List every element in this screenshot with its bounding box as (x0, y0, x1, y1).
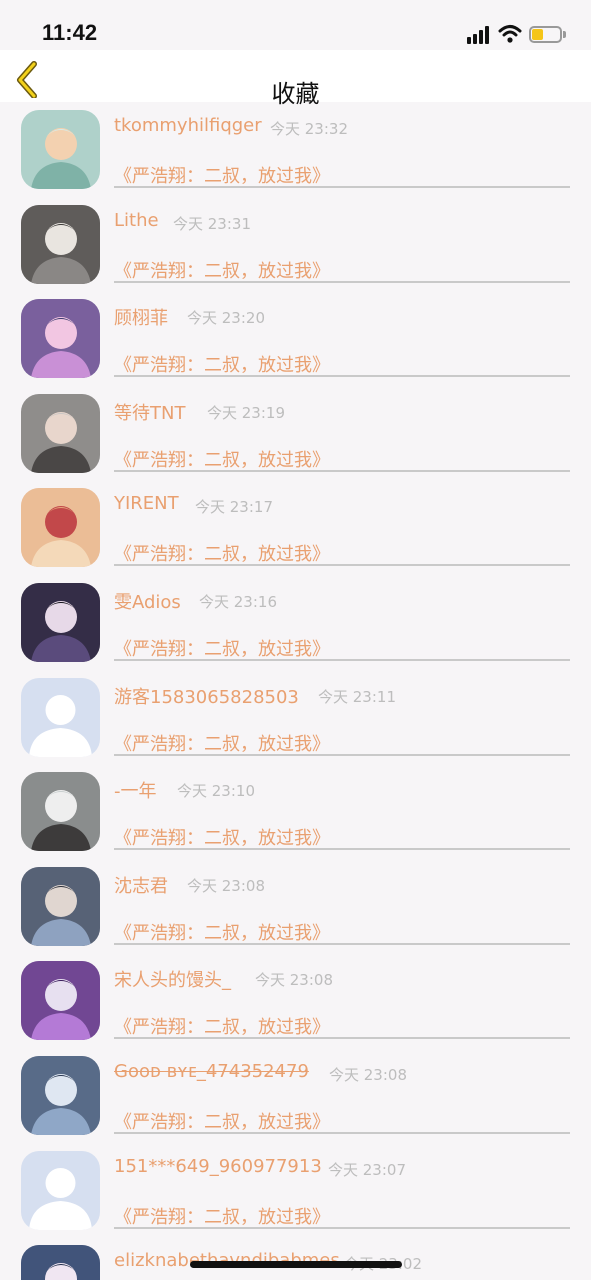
book-title-link[interactable]: 《严浩翔：二叔，放过我》 (114, 446, 330, 472)
divider (114, 470, 570, 472)
user-name[interactable]: tkommyhilfiqger (114, 115, 262, 136)
user-name[interactable]: 沈志君 (114, 872, 168, 898)
user-name[interactable]: 顾栩菲 (114, 304, 168, 330)
avatar[interactable] (21, 299, 100, 378)
timestamp: 今天 23:10 (177, 782, 255, 800)
book-title-link[interactable]: 《严浩翔：二叔，放过我》 (114, 1108, 330, 1134)
book-title-link[interactable]: 《严浩翔：二叔，放过我》 (114, 540, 330, 566)
divider (114, 186, 570, 188)
divider (114, 281, 570, 283)
divider (114, 1132, 570, 1134)
book-title-link[interactable]: 《严浩翔：二叔，放过我》 (114, 824, 330, 850)
divider (114, 943, 570, 945)
book-title-link[interactable]: 《严浩翔：二叔，放过我》 (114, 257, 330, 283)
timestamp: 今天 23:31 (173, 215, 251, 233)
book-title-link[interactable]: 《严浩翔：二叔，放过我》 (114, 635, 330, 661)
book-title-link[interactable]: 《严浩翔：二叔，放过我》 (114, 351, 330, 377)
divider (114, 754, 570, 756)
list-item[interactable]: 沈志君 今天 23:08 《严浩翔：二叔，放过我》 (0, 859, 591, 954)
user-name[interactable]: Gᴏᴏᴅ ʙʏᴇ_474352479 (114, 1061, 309, 1082)
battery-tip (563, 31, 566, 38)
timestamp: 今天 23:08 (255, 971, 333, 989)
list-item[interactable]: 雯Adios 今天 23:16 《严浩翔：二叔，放过我》 (0, 575, 591, 670)
timestamp: 今天 23:32 (270, 120, 348, 138)
timestamp: 今天 23:08 (187, 877, 265, 895)
divider (114, 1037, 570, 1039)
divider (114, 848, 570, 850)
divider (114, 1227, 570, 1229)
avatar[interactable] (21, 867, 100, 946)
divider (114, 564, 570, 566)
list-item[interactable]: tkommyhilfiqger 今天 23:32 《严浩翔：二叔，放过我》 (0, 102, 591, 197)
timestamp: 今天 23:08 (329, 1066, 407, 1084)
book-title-link[interactable]: 《严浩翔：二叔，放过我》 (114, 1203, 330, 1229)
user-name[interactable]: Lithe (114, 210, 159, 231)
avatar[interactable] (21, 110, 100, 189)
book-title-link[interactable]: 《严浩翔：二叔，放过我》 (114, 919, 330, 945)
list-item[interactable]: Gᴏᴏᴅ ʙʏᴇ_474352479 今天 23:08 《严浩翔：二叔，放过我》 (0, 1048, 591, 1143)
list-item[interactable]: 151***649_960977913 今天 23:07 《严浩翔：二叔，放过我》 (0, 1143, 591, 1238)
navigation-bar: 收藏 (0, 50, 591, 108)
user-name[interactable]: -一年 (114, 777, 157, 803)
avatar[interactable] (21, 1056, 100, 1135)
avatar[interactable] (21, 583, 100, 662)
user-name[interactable]: 宋人头的馒头_ (114, 966, 231, 992)
timestamp: 今天 23:11 (318, 688, 396, 706)
user-name[interactable]: 等待TNT (114, 399, 185, 425)
timestamp: 今天 23:07 (328, 1161, 406, 1179)
home-indicator[interactable] (190, 1261, 402, 1268)
avatar[interactable] (21, 394, 100, 473)
list-item[interactable]: -一年 今天 23:10 《严浩翔：二叔，放过我》 (0, 764, 591, 859)
avatar[interactable] (21, 488, 100, 567)
status-bar: 11:42 (0, 0, 591, 50)
timestamp: 今天 23:19 (207, 404, 285, 422)
user-name[interactable]: 151***649_960977913 (114, 1156, 322, 1177)
favorites-list: tkommyhilfiqger 今天 23:32 《严浩翔：二叔，放过我》 Lithe… (0, 102, 591, 1280)
wifi-icon (498, 24, 522, 44)
list-item[interactable]: Lithe 今天 23:31 《严浩翔：二叔，放过我》 (0, 197, 591, 292)
timestamp: 今天 23:16 (199, 593, 277, 611)
cellular-signal-icon (467, 26, 491, 44)
list-item[interactable]: 顾栩菲 今天 23:20 《严浩翔：二叔，放过我》 (0, 291, 591, 386)
battery-level (532, 29, 543, 40)
user-name[interactable]: YIRENT (114, 493, 179, 514)
book-title-link[interactable]: 《严浩翔：二叔，放过我》 (114, 1013, 330, 1039)
book-title-link[interactable]: 《严浩翔：二叔，放过我》 (114, 730, 330, 756)
book-title-link[interactable]: 《严浩翔：二叔，放过我》 (114, 162, 330, 188)
divider (114, 659, 570, 661)
list-item[interactable]: 宋人头的馒头_ 今天 23:08 《严浩翔：二叔，放过我》 (0, 953, 591, 1048)
timestamp: 今天 23:20 (187, 309, 265, 327)
battery-icon (529, 26, 562, 43)
list-item[interactable]: 等待TNT 今天 23:19 《严浩翔：二叔，放过我》 (0, 386, 591, 481)
avatar[interactable] (21, 1245, 100, 1280)
user-name[interactable]: 游客1583065828503 (114, 683, 299, 709)
avatar[interactable] (21, 961, 100, 1040)
user-name[interactable]: 雯Adios (114, 588, 181, 614)
list-item[interactable]: YIRENT 今天 23:17 《严浩翔：二叔，放过我》 (0, 480, 591, 575)
list-item[interactable]: elizknabethavndibabmes今天 23:02 (0, 1237, 591, 1280)
avatar[interactable] (21, 205, 100, 284)
status-time: 11:42 (42, 20, 98, 45)
avatar[interactable] (21, 1151, 100, 1230)
divider (114, 375, 570, 377)
avatar[interactable] (21, 678, 100, 757)
timestamp: 今天 23:17 (195, 498, 273, 516)
avatar[interactable] (21, 772, 100, 851)
list-item[interactable]: 游客1583065828503 今天 23:11 《严浩翔：二叔，放过我》 (0, 670, 591, 765)
